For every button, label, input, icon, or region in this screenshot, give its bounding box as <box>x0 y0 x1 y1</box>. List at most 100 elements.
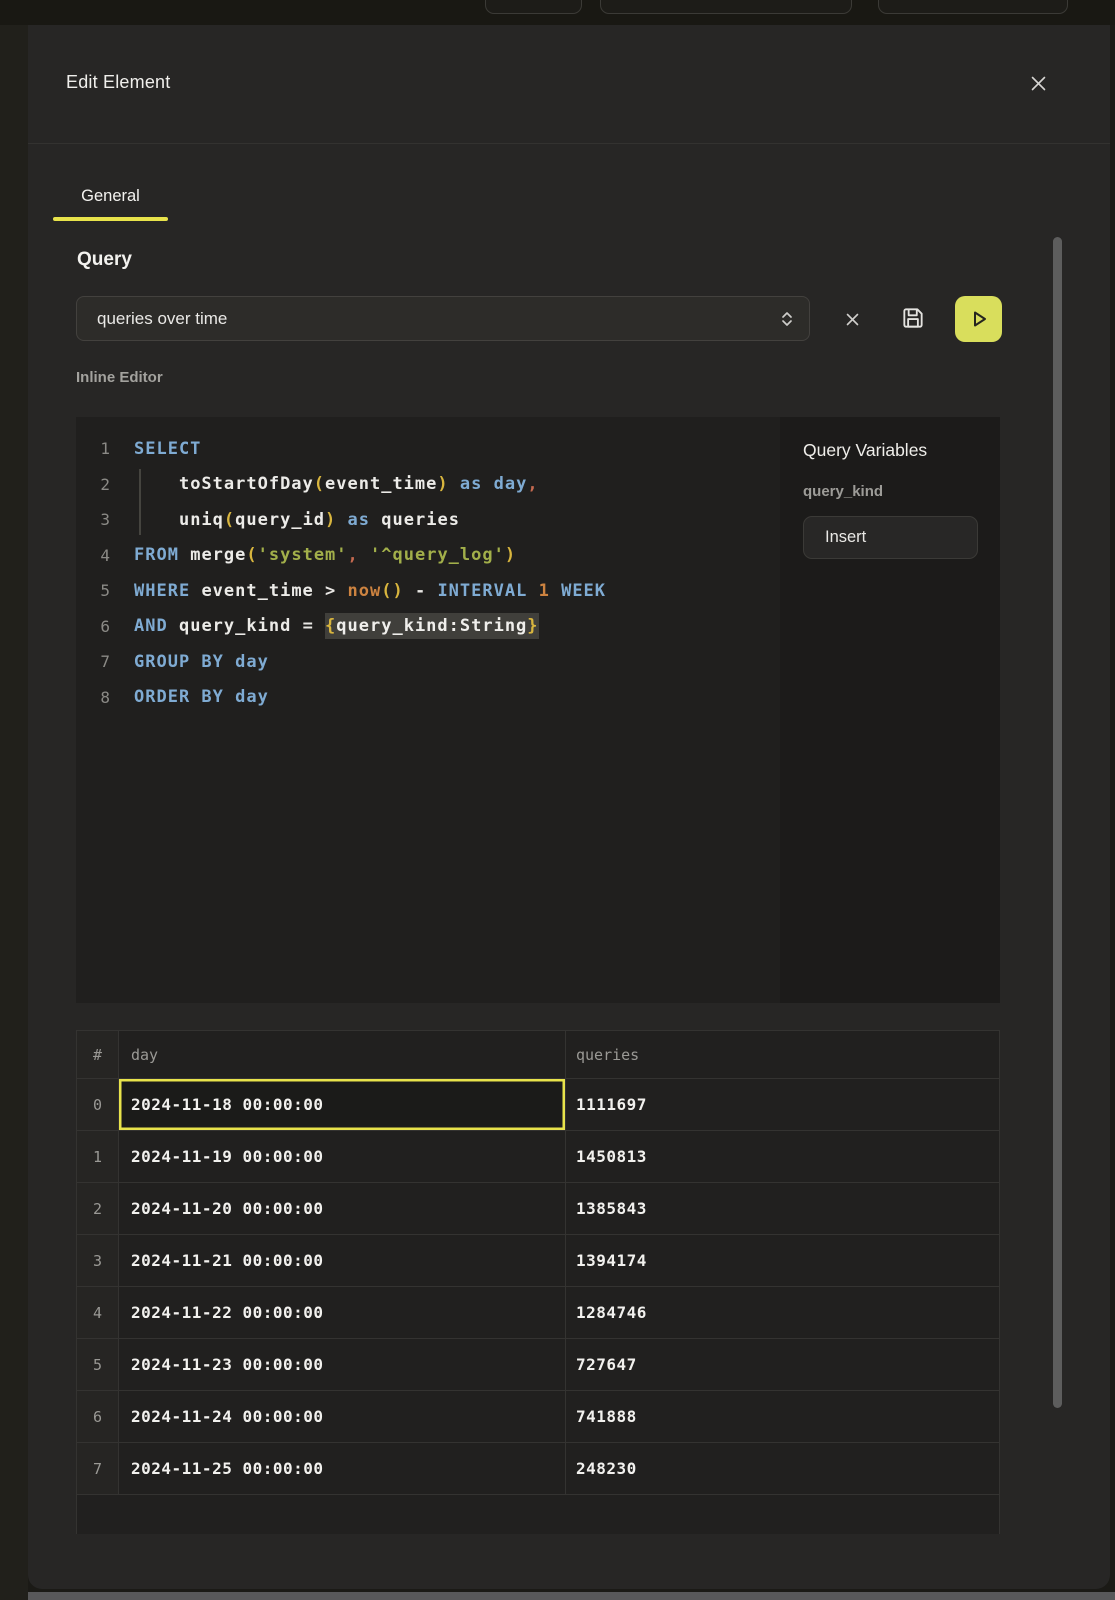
day-cell[interactable]: 2024-11-21 00:00:00 <box>119 1235 566 1287</box>
close-button[interactable] <box>1024 69 1052 97</box>
code-token: ( <box>246 545 257 565</box>
code-token: ORDER BY <box>134 687 224 707</box>
code-token <box>224 687 235 707</box>
code-text: SELECT <box>134 439 201 459</box>
row-index-cell[interactable]: 0 <box>77 1079 119 1131</box>
row-index-cell[interactable]: 7 <box>77 1443 119 1495</box>
code-text: ORDER BY day <box>134 687 269 707</box>
code-token: AND <box>134 616 168 636</box>
code-line[interactable]: 6AND query_kind = {query_kind:String} <box>76 609 780 645</box>
code-token: 1 <box>539 581 550 601</box>
code-token <box>359 545 370 565</box>
row-index-cell[interactable]: 5 <box>77 1339 119 1391</box>
code-token: merge <box>190 545 246 565</box>
code-line[interactable]: 2 toStartOfDay(event_time) as day, <box>76 467 780 503</box>
code-line[interactable]: 1 SELECT <box>76 431 780 467</box>
queries-cell[interactable]: 1394174 <box>566 1235 999 1287</box>
queries-cell[interactable]: 248230 <box>566 1443 999 1495</box>
active-tab-underline <box>53 217 168 221</box>
code-token <box>449 474 460 494</box>
column-header-day[interactable]: day <box>119 1031 566 1079</box>
code-token: event_time <box>325 474 437 494</box>
code-token: as <box>348 510 370 530</box>
code-line[interactable]: 7 GROUP BY day <box>76 644 780 680</box>
code-token: ) <box>505 545 516 565</box>
day-cell[interactable]: 2024-11-23 00:00:00 <box>119 1339 566 1391</box>
background-button-large[interactable] <box>878 0 1068 14</box>
background-button-small[interactable] <box>485 0 582 14</box>
code-token: uniq <box>179 510 224 530</box>
play-icon <box>967 307 991 331</box>
queries-cell[interactable]: 741888 <box>566 1391 999 1443</box>
queries-cell[interactable]: 727647 <box>566 1339 999 1391</box>
code-text: AND query_kind = {query_kind:String} <box>134 616 539 636</box>
row-index-cell[interactable]: 3 <box>77 1235 119 1287</box>
table-row: 02024-11-18 00:00:001111697 <box>77 1079 999 1131</box>
day-cell[interactable]: 2024-11-24 00:00:00 <box>119 1391 566 1443</box>
background-element-edge <box>28 1592 1115 1600</box>
code-text: uniq(query_id) as queries <box>134 510 460 530</box>
line-number: 7 <box>76 652 110 671</box>
queries-cell[interactable]: 1385843 <box>566 1183 999 1235</box>
code-text: WHERE event_time > now() - INTERVAL 1 WE… <box>134 581 606 601</box>
code-text: GROUP BY day <box>134 652 269 672</box>
code-token: 'system' <box>258 545 348 565</box>
code-line[interactable]: 8ORDER BY day <box>76 680 780 716</box>
line-number: 4 <box>76 546 110 565</box>
background-button-medium[interactable] <box>600 0 852 14</box>
day-cell[interactable]: 2024-11-25 00:00:00 <box>119 1443 566 1495</box>
day-cell[interactable]: 2024-11-22 00:00:00 <box>119 1287 566 1339</box>
code-token: > <box>314 581 348 601</box>
table-row: 22024-11-20 00:00:001385843 <box>77 1183 999 1235</box>
row-index-cell[interactable]: 4 <box>77 1287 119 1339</box>
row-index-cell[interactable]: 2 <box>77 1183 119 1235</box>
code-token <box>527 581 538 601</box>
table-row: 42024-11-22 00:00:001284746 <box>77 1287 999 1339</box>
code-token: ) <box>437 474 448 494</box>
code-token: = <box>291 616 325 636</box>
variable-name-label: query_kind <box>803 483 883 500</box>
queries-cell[interactable]: 1284746 <box>566 1287 999 1339</box>
day-cell-selected[interactable]: 2024-11-18 00:00:00 <box>119 1079 566 1131</box>
code-token: , <box>348 545 359 565</box>
code-line[interactable]: 3 uniq(query_id) as queries <box>76 502 780 538</box>
query-selector[interactable]: queries over time <box>76 296 810 341</box>
code-token: query_kind <box>179 616 291 636</box>
results-table-footer <box>77 1495 999 1534</box>
row-index-cell[interactable]: 6 <box>77 1391 119 1443</box>
code-token: SELECT <box>134 439 201 459</box>
clear-query-button[interactable] <box>835 302 869 336</box>
save-query-button[interactable] <box>896 301 930 335</box>
column-header-queries[interactable]: queries <box>566 1031 999 1079</box>
queries-cell[interactable]: 1111697 <box>566 1079 999 1131</box>
day-cell[interactable]: 2024-11-19 00:00:00 <box>119 1131 566 1183</box>
modal-scrollbar[interactable] <box>1053 237 1062 1408</box>
code-token: toStartOfDay <box>179 474 314 494</box>
code-token: ( <box>314 474 325 494</box>
run-query-button[interactable] <box>955 296 1002 342</box>
code-token <box>370 510 381 530</box>
code-token: , <box>527 474 538 494</box>
code-token: day <box>235 652 269 672</box>
sql-editor: 1SELECT2 toStartOfDay(event_time) as day… <box>76 417 1000 1003</box>
insert-variable-button[interactable]: Insert <box>803 516 978 559</box>
background-topbar <box>0 0 1115 25</box>
code-line[interactable]: 4FROM merge('system', '^query_log') <box>76 538 780 574</box>
indent-guide <box>139 469 141 535</box>
line-number: 2 <box>76 475 110 494</box>
queries-cell[interactable]: 1450813 <box>566 1131 999 1183</box>
code-line[interactable]: 5 WHERE event_time > now() - INTERVAL 1 W… <box>76 573 780 609</box>
line-number: 1 <box>76 439 110 458</box>
code-editor-area[interactable]: 1SELECT2 toStartOfDay(event_time) as day… <box>76 417 780 1003</box>
code-token: - <box>404 581 438 601</box>
day-cell[interactable]: 2024-11-20 00:00:00 <box>119 1183 566 1235</box>
code-token: { <box>325 613 336 639</box>
row-index-cell[interactable]: 1 <box>77 1131 119 1183</box>
tab-general[interactable]: General <box>53 175 168 217</box>
code-token <box>134 474 179 494</box>
line-number: 5 <box>76 581 110 600</box>
code-token <box>336 510 347 530</box>
code-token <box>190 581 201 601</box>
query-selector-value: queries over time <box>97 309 779 329</box>
save-icon <box>900 305 926 331</box>
